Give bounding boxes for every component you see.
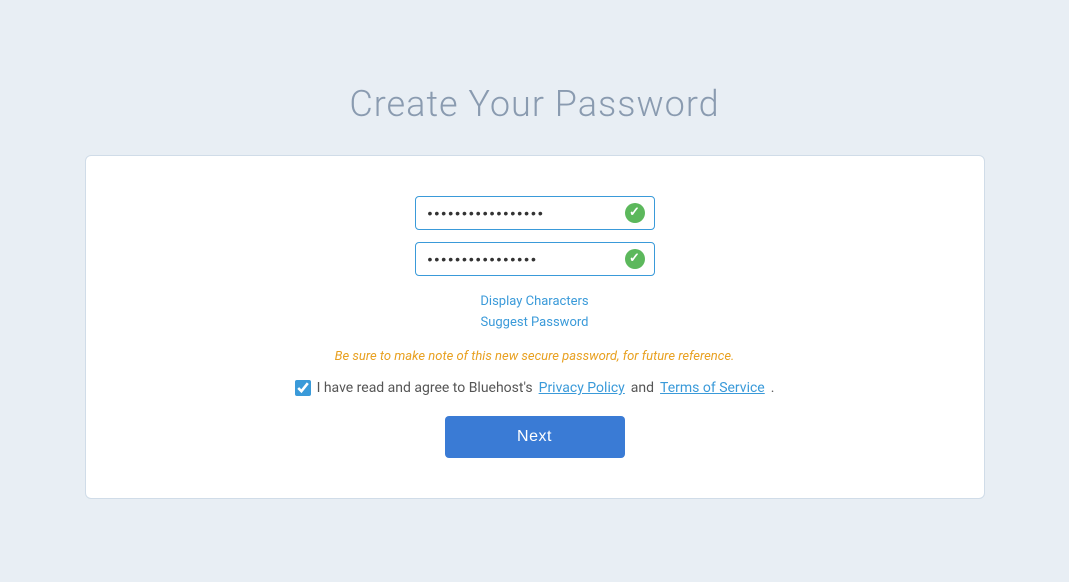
password-input-1[interactable] xyxy=(415,196,655,230)
privacy-policy-link[interactable]: Privacy Policy xyxy=(539,380,625,396)
agreement-text-after: . xyxy=(771,380,775,396)
password-2-check-icon xyxy=(625,249,645,269)
agreement-checkbox[interactable] xyxy=(295,380,311,396)
agreement-text-middle: and xyxy=(631,380,654,396)
display-characters-link[interactable]: Display Characters xyxy=(480,292,588,313)
next-button[interactable]: Next xyxy=(445,416,625,458)
warning-text: Be sure to make note of this new secure … xyxy=(335,349,735,364)
terms-of-service-link[interactable]: Terms of Service xyxy=(660,380,765,396)
password-card: Display Characters Suggest Password Be s… xyxy=(85,155,985,500)
password-field-1-wrapper xyxy=(415,196,655,230)
agreement-row: I have read and agree to Bluehost's Priv… xyxy=(295,380,775,396)
password-links: Display Characters Suggest Password xyxy=(480,292,588,334)
agreement-text-before: I have read and agree to Bluehost's xyxy=(317,380,533,396)
suggest-password-link[interactable]: Suggest Password xyxy=(480,313,588,334)
password-1-check-icon xyxy=(625,203,645,223)
password-input-2[interactable] xyxy=(415,242,655,276)
page-title: Create Your Password xyxy=(349,83,719,125)
password-field-2-wrapper xyxy=(415,242,655,276)
